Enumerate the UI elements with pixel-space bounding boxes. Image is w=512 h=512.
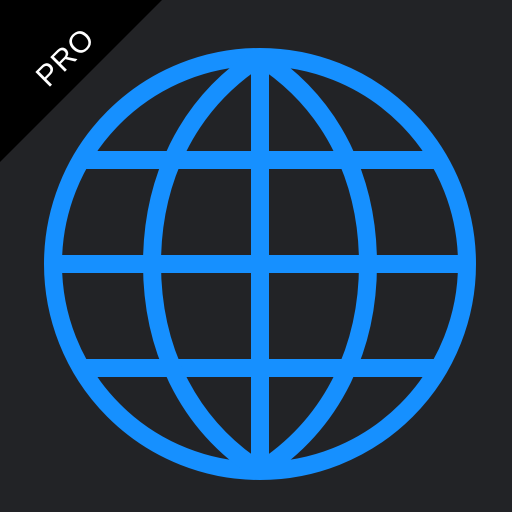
globe-icon	[44, 48, 476, 480]
app-icon: PRO	[0, 0, 512, 512]
